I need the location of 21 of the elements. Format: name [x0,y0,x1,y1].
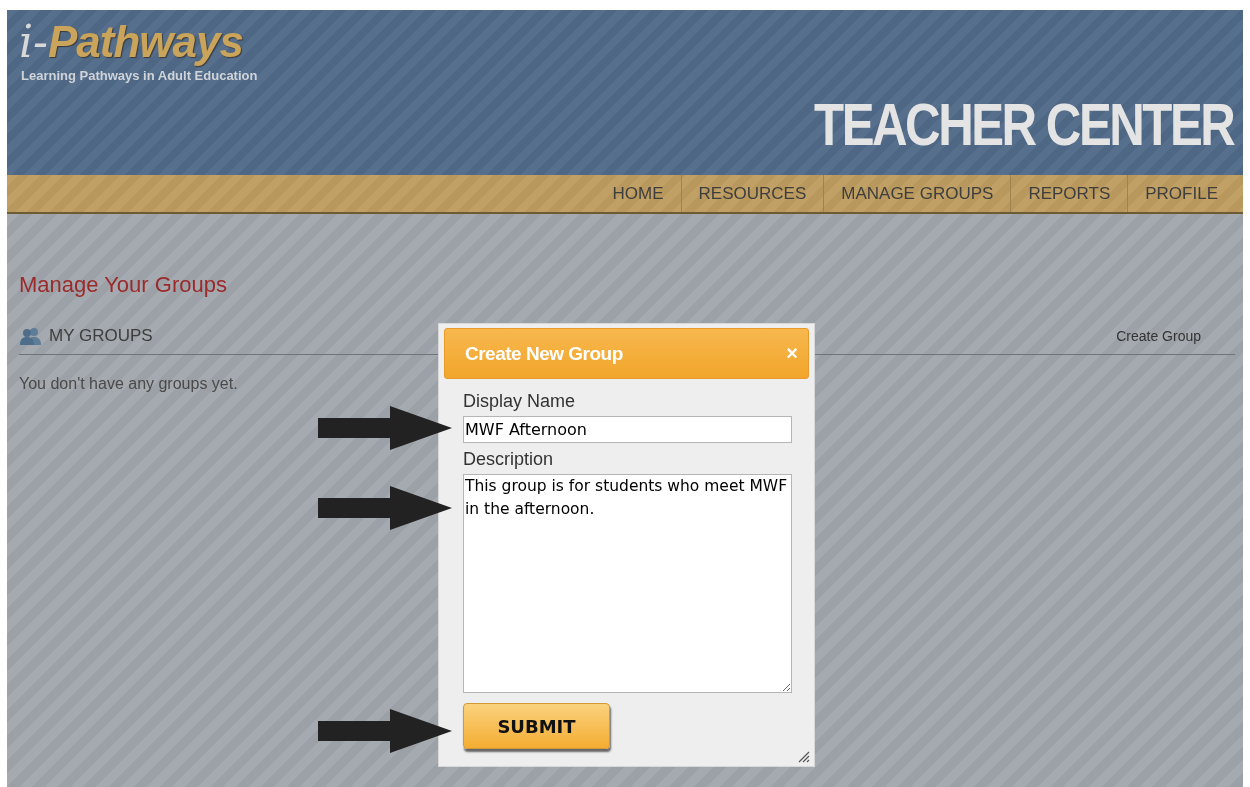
resize-grip-icon[interactable] [798,751,810,763]
page-heading: Manage Your Groups [19,272,228,298]
nav-link[interactable]: HOME [595,175,681,212]
text-area[interactable]: This group is for students who meet MWF in the afternoon. [463,474,792,693]
site-title: TEACHER CENTER [813,95,1233,155]
field-label: Display Name [463,391,577,412]
nav-link[interactable]: PROFILE [1127,175,1235,212]
users-icon [19,327,43,345]
create-group-link[interactable]: Create Group [1116,328,1201,344]
nav-link[interactable]: RESOURCES [680,175,824,212]
input-field[interactable]: MWF Afternoon [463,416,792,443]
tagline: Learning Pathways in Adult Education [21,68,258,83]
empty-message: You don't have any groups yet. [19,375,239,393]
section-title: MY GROUPS [49,326,153,346]
field-label: Description [463,449,555,470]
logo-prefix: i- [19,20,48,64]
nav-link[interactable]: MANAGE GROUPS [823,175,1011,212]
nav-link[interactable]: REPORTS [1010,175,1128,212]
dialog-title: Create New Group [465,342,623,365]
logo-name: Pathways [47,20,243,64]
submit-button[interactable]: SUBMIT [463,703,610,749]
